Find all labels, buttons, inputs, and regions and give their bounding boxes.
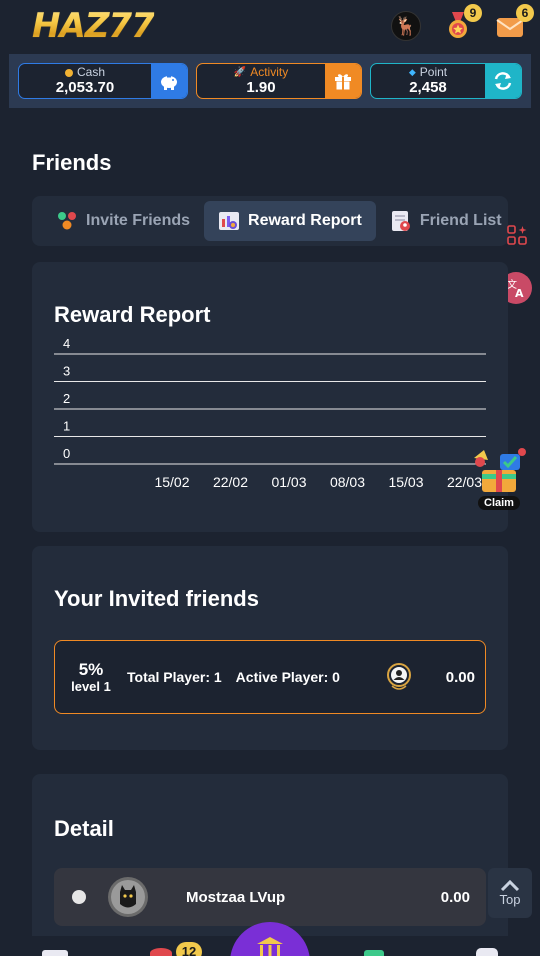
x-tick-label: 01/03 [271, 474, 306, 488]
level-percent: 5% [78, 660, 104, 679]
invite-friends-icon [56, 210, 78, 232]
x-tick-label: 15/03 [388, 474, 423, 488]
claim-label: Claim [478, 496, 520, 510]
medal-badge: 9 [464, 4, 482, 22]
tab-label: Reward Report [248, 212, 362, 229]
coin-icon [64, 68, 73, 77]
tab-invite-friends[interactable]: Invite Friends [42, 201, 204, 241]
x-tick-label: 15/02 [154, 474, 189, 488]
point-label: Point [419, 65, 448, 79]
activity-value: 1.90 [246, 79, 276, 96]
wallet-strip: Cash 2,053.70 🚀 Activity 1.90 ◆ Point 2,… [9, 54, 531, 108]
nav-badge: 12 [176, 942, 202, 956]
bank-icon [257, 937, 283, 956]
mail-badge: 6 [516, 4, 534, 22]
tab-label: Invite Friends [86, 212, 191, 229]
point-value: 2,458 [409, 79, 447, 96]
rocket-icon: 🚀 [233, 67, 247, 78]
top-icons: 🦌 9 6 [390, 4, 534, 42]
x-tick-label: 22/02 [213, 474, 248, 488]
cash-box[interactable]: Cash 2,053.70 [18, 63, 188, 99]
gift-box-claim-icon [474, 448, 526, 492]
y-tick-label: 0 [63, 446, 70, 461]
user-laurel-icon [386, 662, 412, 692]
status-dot [72, 890, 86, 904]
friend-amount: 0.00 [440, 888, 470, 906]
friend-name: Mostzaa LVup [186, 888, 286, 906]
x-tick-label: 08/03 [330, 474, 365, 488]
y-tick-label: 3 [63, 364, 70, 379]
refresh-icon [494, 72, 512, 90]
mail-button[interactable]: 6 [494, 4, 534, 42]
friend-avatar [108, 877, 148, 917]
point-box[interactable]: ◆ Point 2,458 [370, 63, 522, 99]
nav-profile-icon[interactable] [476, 948, 498, 956]
cash-label: Cash [76, 65, 105, 79]
tab-bar: Invite Friends Reward Report Friend List [32, 196, 508, 246]
nav-home-icon[interactable] [42, 950, 68, 956]
logo[interactable]: HAZ77 [32, 6, 155, 46]
reward-report-title: Reward Report [54, 302, 211, 327]
invite-level-row[interactable]: 5% level 1 Total Player: 1 Active Player… [54, 640, 486, 714]
tab-label: Friend List [419, 212, 502, 229]
translate-icon: 文 A [507, 278, 524, 299]
activity-box[interactable]: 🚀 Activity 1.90 [196, 63, 362, 99]
tab-friend-list[interactable]: Friend List [376, 201, 508, 241]
chevron-up-icon [500, 879, 520, 891]
avatar[interactable]: 🦌 [390, 10, 422, 42]
deposit-button[interactable] [151, 64, 187, 98]
diamond-icon: ◆ [408, 67, 416, 77]
activity-gift-button[interactable] [325, 64, 361, 98]
tab-reward-report[interactable]: Reward Report [204, 201, 376, 241]
nav-promo-icon[interactable] [150, 948, 172, 956]
detail-row[interactable]: Mostzaa LVup 0.00 [54, 868, 486, 926]
cat-avatar-icon [111, 880, 145, 914]
cash-value: 2,053.70 [55, 79, 115, 96]
friend-list-icon [390, 210, 412, 232]
activity-label: Activity [250, 65, 289, 79]
medal-button[interactable]: 9 [442, 4, 482, 42]
nav-wallet-icon[interactable] [364, 950, 384, 956]
top-label: Top [499, 891, 521, 907]
reward-report-icon [218, 210, 240, 232]
invited-friends-card: Your Invited friends 5% level 1 Total Pl… [32, 546, 508, 750]
invited-friends-title: Your Invited friends [54, 586, 259, 611]
invite-amount: 0.00 [445, 668, 475, 686]
refresh-button[interactable] [485, 64, 521, 98]
y-tick-label: 1 [63, 419, 70, 434]
claim-float-button[interactable]: Claim [470, 446, 534, 514]
level-label: level 1 [71, 679, 111, 694]
page-title: Friends [32, 150, 112, 175]
top-bar: HAZ77 🦌 9 6 [0, 0, 540, 52]
reward-report-card: Reward Report 4 3 2 1 0 15/02 22/02 01/03 08/03 1… [32, 262, 508, 532]
gift-icon [335, 74, 351, 90]
scroll-top-button[interactable]: Top [488, 868, 532, 918]
apps-float-button[interactable] [502, 220, 532, 250]
y-tick-label: 2 [63, 391, 70, 406]
deer-avatar-icon: 🦌 [391, 11, 421, 41]
reward-chart: 4321015/02 22/02 01/03 08/03 15/03 22/03 [54, 336, 486, 488]
y-tick-label: 4 [63, 336, 70, 351]
detail-title: Detail [54, 816, 114, 841]
apps-grid-icon [507, 225, 527, 245]
svg-text:A: A [515, 287, 524, 299]
piggy-bank-icon [161, 76, 177, 90]
active-player-text: Active Player: 0 [235, 669, 340, 685]
total-player-text: Total Player: 1 [127, 669, 222, 685]
